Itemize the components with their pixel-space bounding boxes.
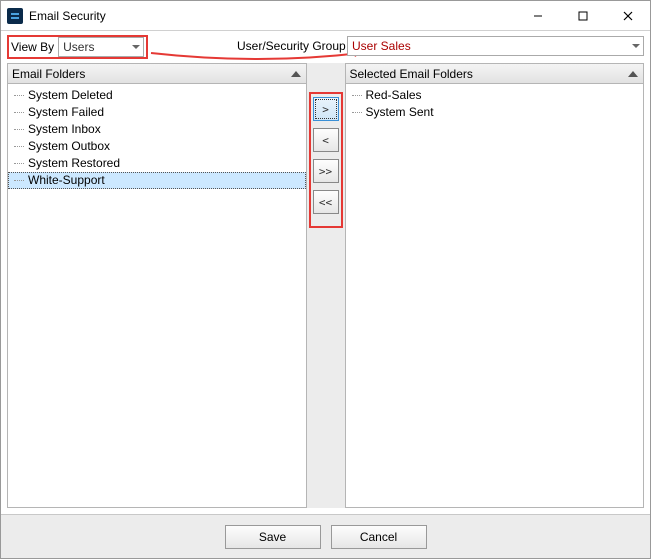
- title-bar: Email Security: [1, 1, 650, 31]
- view-by-value: Users: [63, 40, 94, 54]
- app-icon: [7, 8, 23, 24]
- list-item[interactable]: System Inbox: [8, 121, 306, 138]
- list-item[interactable]: System Outbox: [8, 138, 306, 155]
- email-folders-list[interactable]: System Deleted System Failed System Inbo…: [8, 84, 306, 507]
- main-area: Email Folders System Deleted System Fail…: [7, 63, 644, 508]
- selected-email-folders-header[interactable]: Selected Email Folders: [346, 64, 644, 84]
- user-security-group-value: User Sales: [352, 39, 411, 53]
- collapse-up-icon: [291, 71, 301, 77]
- maximize-button[interactable]: [560, 1, 605, 30]
- list-item[interactable]: System Deleted: [8, 87, 306, 104]
- collapse-up-icon: [628, 71, 638, 77]
- list-item[interactable]: System Sent: [346, 104, 644, 121]
- save-button[interactable]: Save: [225, 525, 321, 549]
- chevron-down-icon: [632, 44, 640, 48]
- window-title: Email Security: [29, 9, 106, 23]
- view-by-select[interactable]: Users: [58, 37, 144, 57]
- email-folders-panel: Email Folders System Deleted System Fail…: [7, 63, 307, 508]
- maximize-icon: [578, 11, 588, 21]
- chevron-down-icon: [132, 45, 140, 49]
- selected-email-folders-list[interactable]: Red-Sales System Sent: [346, 84, 644, 507]
- bottom-bar: Save Cancel: [1, 514, 650, 558]
- remove-button[interactable]: <: [313, 128, 339, 152]
- minimize-icon: [533, 11, 543, 21]
- email-folders-header-label: Email Folders: [12, 67, 85, 81]
- top-controls: View By Users User/Security Group User S…: [7, 35, 644, 63]
- close-icon: [623, 11, 633, 21]
- view-by-label: View By: [9, 40, 58, 54]
- remove-all-button[interactable]: <<: [313, 190, 339, 214]
- selected-email-folders-panel: Selected Email Folders Red-Sales System …: [345, 63, 645, 508]
- email-folders-header[interactable]: Email Folders: [8, 64, 306, 84]
- list-item[interactable]: Red-Sales: [346, 87, 644, 104]
- cancel-button[interactable]: Cancel: [331, 525, 427, 549]
- list-item[interactable]: White-Support: [8, 172, 306, 189]
- list-item[interactable]: System Failed: [8, 104, 306, 121]
- user-security-group-select[interactable]: User Sales: [347, 36, 644, 56]
- user-security-group-label: User/Security Group: [237, 39, 346, 53]
- move-buttons-column: > < >> <<: [307, 63, 345, 508]
- close-button[interactable]: [605, 1, 650, 30]
- add-button[interactable]: >: [313, 97, 339, 121]
- minimize-button[interactable]: [515, 1, 560, 30]
- add-all-button[interactable]: >>: [313, 159, 339, 183]
- list-item[interactable]: System Restored: [8, 155, 306, 172]
- view-by-group: View By Users: [7, 35, 148, 59]
- selected-email-folders-header-label: Selected Email Folders: [350, 67, 473, 81]
